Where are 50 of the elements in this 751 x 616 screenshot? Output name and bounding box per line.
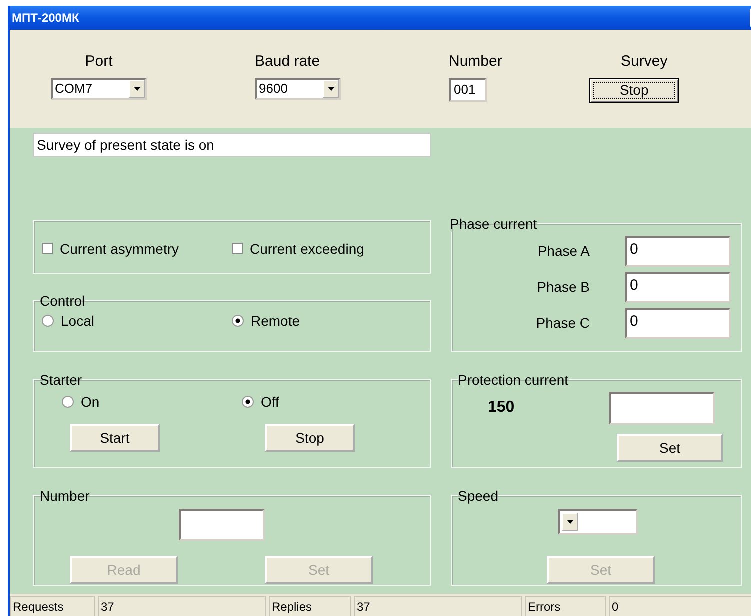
input-field[interactable]: 0 bbox=[625, 272, 731, 303]
caret-icon bbox=[129, 80, 145, 98]
field-label: Survey bbox=[621, 52, 668, 70]
checkbox[interactable] bbox=[232, 243, 243, 254]
radio-button[interactable] bbox=[62, 396, 74, 408]
current-value: 150 bbox=[488, 399, 515, 418]
radio-button[interactable] bbox=[42, 314, 54, 327]
stop-button[interactable]: Stop bbox=[589, 78, 680, 103]
group-title: Protection current bbox=[458, 372, 568, 388]
caret-icon bbox=[323, 80, 339, 98]
radio-button[interactable] bbox=[232, 314, 244, 327]
button[interactable]: Start bbox=[70, 424, 160, 452]
group-title: Starter bbox=[40, 372, 82, 388]
group-title: Control bbox=[40, 292, 86, 309]
option-label: Off bbox=[261, 394, 280, 410]
checkbox[interactable] bbox=[42, 243, 53, 254]
field-label: Number bbox=[449, 52, 502, 70]
dropdown[interactable] bbox=[558, 508, 638, 535]
status-label: Replies bbox=[269, 596, 351, 616]
option-label: Current exceeding bbox=[250, 240, 364, 257]
status-value: 0 bbox=[609, 596, 751, 616]
group-title: Speed bbox=[458, 488, 498, 504]
option-label: Current asymmetry bbox=[60, 240, 180, 257]
field-label: Phase B bbox=[537, 279, 590, 296]
status-value: 37 bbox=[354, 596, 522, 616]
dropdown[interactable]: COM7 bbox=[51, 78, 147, 100]
input-field[interactable]: 0 bbox=[625, 308, 731, 339]
button[interactable]: Stop bbox=[265, 424, 355, 452]
field-label: Baud rate bbox=[255, 52, 322, 70]
input-field[interactable] bbox=[609, 392, 715, 425]
input-field[interactable] bbox=[179, 508, 265, 541]
field-label: Port bbox=[85, 52, 113, 70]
input-field[interactable]: 001 bbox=[449, 78, 487, 102]
button[interactable]: Set bbox=[617, 434, 723, 462]
window-title: МПТ-200МК bbox=[11, 10, 80, 25]
input-field[interactable]: 0 bbox=[625, 236, 731, 267]
option-label: On bbox=[81, 394, 100, 410]
status-label: Requests bbox=[10, 596, 95, 616]
option-label: Local bbox=[61, 312, 94, 329]
status-message: Survey of present state is on bbox=[33, 132, 431, 157]
dropdown[interactable]: 9600 bbox=[255, 78, 341, 100]
group-title: Number bbox=[40, 488, 90, 504]
option-label: Remote bbox=[251, 312, 300, 329]
radio-button[interactable] bbox=[242, 396, 254, 408]
group-title: Phase current bbox=[450, 216, 538, 232]
caret-icon bbox=[562, 512, 578, 531]
status-label: Errors bbox=[525, 596, 606, 616]
status-value: 37 bbox=[98, 596, 266, 616]
field-label: Phase C bbox=[536, 315, 590, 332]
field-label: Phase A bbox=[538, 243, 590, 260]
